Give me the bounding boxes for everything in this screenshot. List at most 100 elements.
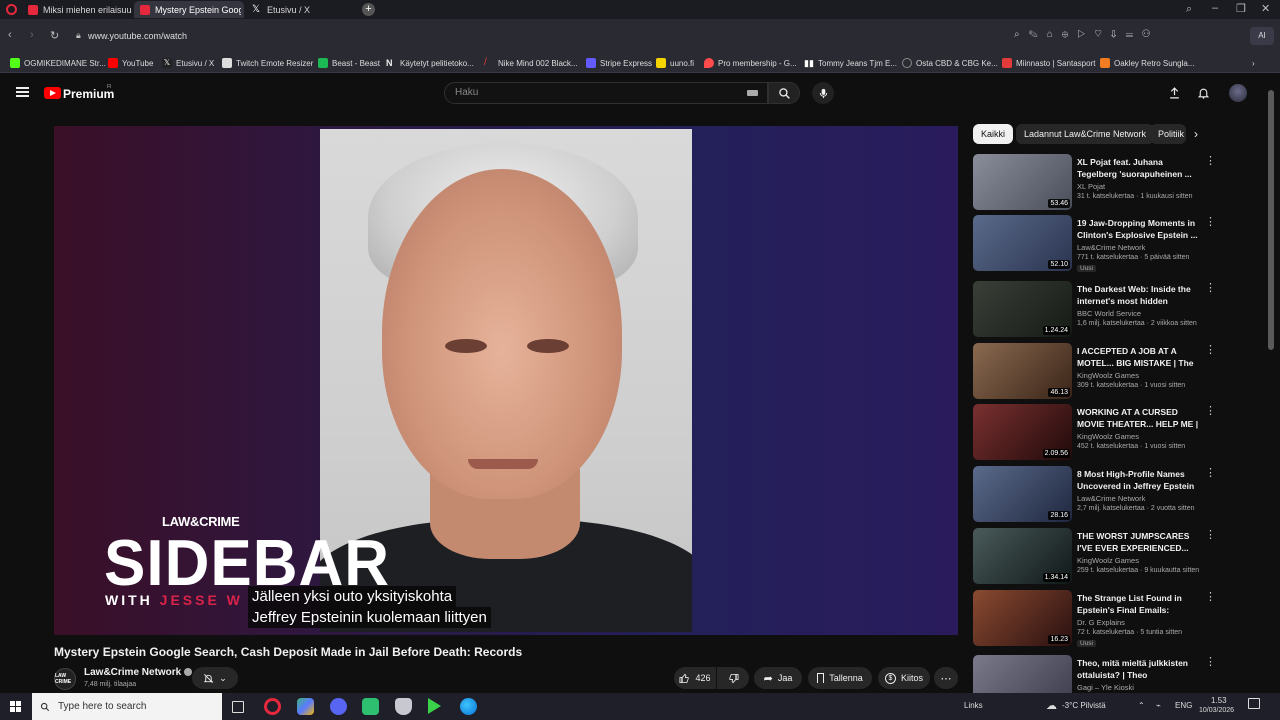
video-title[interactable]: I ACCEPTED A JOB AT A MOTEL... BIG MISTA…	[1077, 345, 1201, 369]
reload-icon[interactable]: ↻	[50, 29, 59, 42]
recommended-video[interactable]: Theo, mitä mieltä julkkisten ottaluista?…	[973, 655, 1218, 693]
recommended-video[interactable]: 53.46 XL Pojat feat. Juhana Tegelberg 's…	[973, 154, 1218, 212]
video-thumbnail[interactable]: 52.10	[973, 215, 1072, 271]
chip-channel[interactable]: Ladannut Law&Crime Network	[1016, 124, 1155, 144]
bookmark-item[interactable]: Pro membership - G...	[704, 56, 797, 70]
chips-next-icon[interactable]: ›	[1194, 127, 1198, 141]
opera-taskbar-icon[interactable]	[264, 698, 281, 715]
bookmark-item[interactable]: uuno.fi	[656, 56, 694, 70]
bookmark-item[interactable]: / Nike Mind 002 Black...	[484, 56, 578, 70]
avatar[interactable]	[1229, 84, 1247, 102]
video-title[interactable]: The Darkest Web: Inside the internet's m…	[1077, 283, 1201, 307]
dislike-button[interactable]	[717, 667, 749, 689]
more-vertical-icon[interactable]: ⋮	[1205, 404, 1216, 417]
app-taskbar-icon[interactable]	[362, 698, 379, 715]
share-button[interactable]: ➦ Jaa	[754, 667, 802, 689]
video-player[interactable]: LAW&CRIME SIDEBAR WITH JESSE W Jälleen y…	[54, 126, 958, 635]
recommended-video[interactable]: 1.34.14 THE WORST JUMPSCARES I'VE EVER E…	[973, 528, 1218, 586]
new-tab-button[interactable]: +	[362, 3, 375, 16]
tab-1[interactable]: Miksi miehen erilaisuus ko	[22, 1, 132, 18]
bookmark-item[interactable]: Osta CBD & CBG Ke...	[902, 56, 998, 70]
video-title[interactable]: XL Pojat feat. Juhana Tegelberg 'suorapu…	[1077, 156, 1201, 180]
more-vertical-icon[interactable]: ⋮	[1205, 343, 1216, 356]
more-vertical-icon[interactable]: ⋮	[1205, 281, 1216, 294]
channel-name[interactable]: Law&Crime Network	[84, 667, 193, 678]
thanks-button[interactable]: $ Kiitos	[878, 667, 930, 689]
tray-overflow-icon[interactable]: ⌃	[1138, 701, 1145, 710]
more-vertical-icon[interactable]: ⋮	[1205, 215, 1216, 228]
more-vertical-icon[interactable]: ⋮	[1205, 466, 1216, 479]
hamburger-menu-icon[interactable]	[16, 87, 29, 97]
recommended-video[interactable]: 46.13 I ACCEPTED A JOB AT A MOTEL... BIG…	[973, 343, 1218, 401]
windows-start-icon[interactable]	[10, 701, 21, 712]
bookmark-item[interactable]: YouTube	[108, 56, 153, 70]
video-title[interactable]: The Strange List Found in Epstein's Fina…	[1077, 592, 1201, 616]
video-thumbnail[interactable]: 46.13	[973, 343, 1072, 399]
bookmark-item[interactable]: ▮▮ Tommy Jeans Tjm E...	[804, 56, 897, 70]
video-title[interactable]: THE WORST JUMPSCARES I'VE EVER EXPERIENC…	[1077, 530, 1201, 554]
search-button[interactable]	[768, 82, 800, 104]
video-title[interactable]: Theo, mitä mieltä julkkisten ottaluista?…	[1077, 657, 1201, 681]
app-taskbar-icon[interactable]	[297, 698, 314, 715]
search-input[interactable]: Haku	[444, 82, 768, 104]
recommended-video[interactable]: 28.16 8 Most High-Profile Names Uncovere…	[973, 466, 1218, 524]
voice-search-button[interactable]	[812, 82, 834, 104]
video-thumbnail[interactable]: 28.16	[973, 466, 1072, 522]
bookmarks-overflow-icon[interactable]: ›	[1252, 56, 1255, 70]
subscribed-button[interactable]: ⌄	[192, 667, 238, 689]
recommended-video[interactable]: 1.24.24 The Darkest Web: Inside the inte…	[973, 281, 1218, 339]
channel-name[interactable]: KingWoolz Games	[1077, 432, 1139, 441]
channel-name[interactable]: KingWoolz Games	[1077, 371, 1139, 380]
video-thumbnail[interactable]: 53.46	[973, 154, 1072, 210]
video-thumbnail[interactable]: 1.34.14	[973, 528, 1072, 584]
channel-name[interactable]: BBC World Service	[1077, 309, 1141, 318]
more-vertical-icon[interactable]: ⋮	[1205, 590, 1216, 603]
taskbar-search-input[interactable]: Type here to search	[32, 693, 222, 720]
more-vertical-icon[interactable]: ⋮	[1205, 655, 1216, 668]
links-toolbar[interactable]: Links	[964, 701, 983, 710]
clock-time[interactable]: 1.53	[1211, 696, 1227, 705]
recommended-video[interactable]: 52.10 19 Jaw-Dropping Moments in Clinton…	[973, 215, 1218, 273]
chip-all[interactable]: Kaikki	[973, 124, 1014, 144]
bookmark-item[interactable]: 𝕏 Etusivu / X	[162, 56, 214, 70]
chip-politics[interactable]: Politiik	[1150, 124, 1186, 144]
notifications-bell-icon[interactable]	[1197, 86, 1210, 100]
channel-avatar[interactable]: LAW CRIME	[54, 668, 76, 690]
weather-label[interactable]: -3°C Pilvistä	[1062, 701, 1106, 710]
save-button[interactable]: Tallenna	[808, 667, 872, 689]
app-taskbar-icon[interactable]	[428, 698, 441, 714]
forward-icon[interactable]: ›	[30, 29, 34, 41]
recommended-video[interactable]: 16.23 The Strange List Found in Epstein'…	[973, 590, 1218, 648]
channel-name[interactable]: Law&Crime Network	[1077, 243, 1145, 252]
recommended-video[interactable]: 2.09.56 WORKING AT A CURSED MOVIE THEATE…	[973, 404, 1218, 462]
tab-3[interactable]: 𝕏 Etusivu / X	[246, 1, 356, 18]
video-title[interactable]: 8 Most High-Profile Names Uncovered in J…	[1077, 468, 1201, 492]
channel-name[interactable]: Gagi – Yle Kioski	[1077, 683, 1134, 692]
keyboard-icon[interactable]	[747, 90, 758, 96]
more-actions-button[interactable]: ⋯	[934, 667, 958, 689]
ai-button[interactable]: AI	[1250, 27, 1274, 45]
back-icon[interactable]: ‹	[8, 29, 12, 41]
bookmark-item[interactable]: Beast - Beast	[318, 56, 380, 70]
video-thumbnail[interactable]: 2.09.56	[973, 404, 1072, 460]
search-tabs-icon[interactable]: ⌕	[1186, 3, 1192, 16]
more-vertical-icon[interactable]: ⋮	[1205, 528, 1216, 541]
shield-taskbar-icon[interactable]	[395, 698, 412, 715]
channel-name[interactable]: KingWoolz Games	[1077, 556, 1139, 565]
notification-center-icon[interactable]	[1248, 698, 1260, 709]
tab-2[interactable]: Mystery Epstein Google S	[134, 1, 244, 18]
youtube-logo-icon[interactable]	[44, 87, 61, 99]
url-field[interactable]: www.youtube.com/watch	[88, 27, 528, 45]
opera-logo-icon[interactable]	[6, 4, 17, 15]
minimize-icon[interactable]: –	[1212, 2, 1218, 14]
channel-name[interactable]: XL Pojat	[1077, 182, 1105, 191]
language-indicator[interactable]: ENG	[1175, 701, 1192, 710]
page-scrollbar[interactable]	[1268, 90, 1274, 350]
bookmark-item[interactable]: Twitch Emote Resizer	[222, 56, 313, 70]
video-title[interactable]: 19 Jaw-Dropping Moments in Clinton's Exp…	[1077, 217, 1201, 241]
discord-taskbar-icon[interactable]	[330, 698, 347, 715]
clock-date[interactable]: 10/03/2026	[1199, 707, 1234, 714]
maximize-icon[interactable]: ❐	[1236, 2, 1246, 15]
bookmark-item[interactable]: N Käytetyt pelitietoko...	[386, 56, 474, 70]
close-window-icon[interactable]: ✕	[1261, 2, 1270, 15]
